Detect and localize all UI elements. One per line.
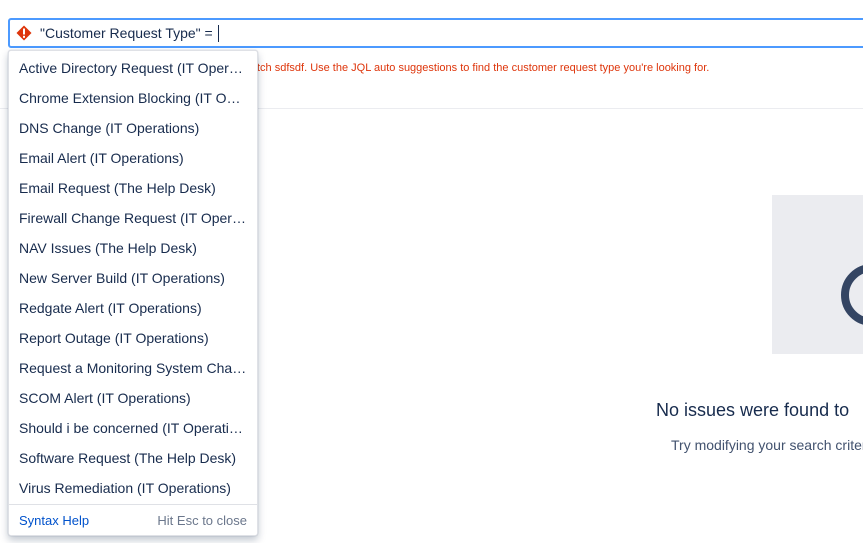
query-text[interactable]: "Customer Request Type" = <box>40 25 213 41</box>
suggestion-item[interactable]: Redgate Alert (IT Operations) <box>9 293 257 323</box>
suggestion-item[interactable]: Virus Remediation (IT Operations) <box>9 473 257 503</box>
suggestion-item[interactable]: Should i be concerned (IT Operations) <box>9 413 257 443</box>
suggestion-item[interactable]: Firewall Change Request (IT Operations) <box>9 203 257 233</box>
syntax-help-link[interactable]: Syntax Help <box>19 513 89 528</box>
esc-hint: Hit Esc to close <box>157 512 247 528</box>
jql-search-input[interactable]: "Customer Request Type" = <box>8 18 863 48</box>
suggestion-item[interactable]: Request a Monitoring System Change (IT O… <box>9 353 257 383</box>
dropdown-footer: Syntax Help Hit Esc to close <box>9 504 257 535</box>
suggestion-item[interactable]: Active Directory Request (IT Operations) <box>9 53 257 83</box>
empty-state-illustration <box>772 195 863 354</box>
suggestion-item[interactable]: Email Request (The Help Desk) <box>9 173 257 203</box>
error-icon <box>16 25 32 41</box>
suggestion-dropdown: Active Directory Request (IT Operations)… <box>8 50 258 536</box>
suggestion-item[interactable]: SCOM Alert (IT Operations) <box>9 383 257 413</box>
empty-state-subtitle: Try modifying your search criter <box>671 437 863 453</box>
text-caret <box>217 24 219 42</box>
error-message: tch sdfsdf. Use the JQL auto suggestions… <box>257 62 710 74</box>
suggestion-item[interactable]: NAV Issues (The Help Desk) <box>9 233 257 263</box>
suggestion-item[interactable]: Chrome Extension Blocking (IT Operations… <box>9 83 257 113</box>
suggestion-item[interactable]: Email Alert (IT Operations) <box>9 143 257 173</box>
suggestion-item[interactable]: Report Outage (IT Operations) <box>9 323 257 353</box>
suggestion-item[interactable]: New Server Build (IT Operations) <box>9 263 257 293</box>
suggestion-item[interactable]: DNS Change (IT Operations) <box>9 113 257 143</box>
empty-state-title: No issues were found to <box>656 400 850 420</box>
suggestion-list: Active Directory Request (IT Operations)… <box>9 51 257 503</box>
suggestion-item[interactable]: Software Request (The Help Desk) <box>9 443 257 473</box>
